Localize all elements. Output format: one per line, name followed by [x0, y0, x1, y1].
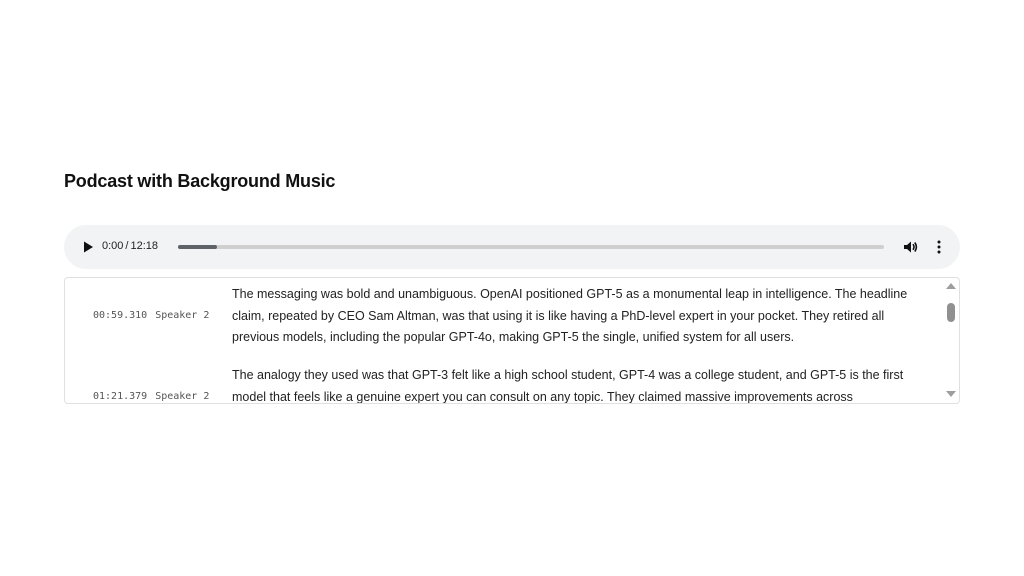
- segment-speaker: Speaker 2: [155, 310, 210, 321]
- segment-text: The messaging was bold and unambiguous. …: [232, 287, 908, 344]
- scroll-thumb[interactable]: [947, 303, 955, 322]
- segment-speaker: Speaker 2: [155, 391, 210, 402]
- seek-slider[interactable]: [178, 245, 884, 249]
- segment-meta: 01:21.379 Speaker 2: [93, 391, 209, 402]
- play-button[interactable]: [78, 237, 98, 257]
- volume-icon: [904, 241, 918, 253]
- transcript-scrollbar[interactable]: [943, 278, 959, 403]
- scroll-down-arrow[interactable]: [946, 391, 956, 397]
- play-icon: [84, 241, 93, 253]
- current-time: 0:00: [102, 240, 124, 252]
- segment-text: The analogy they used was that GPT-3 fel…: [232, 368, 904, 404]
- time-display: 0:00/12:18: [102, 240, 158, 252]
- audio-player: 0:00/12:18: [64, 225, 960, 269]
- volume-button[interactable]: [902, 238, 920, 256]
- segment-meta: 00:59.310 Speaker 2: [93, 310, 209, 321]
- seek-progress: [178, 245, 217, 249]
- duration: 12:18: [130, 240, 159, 252]
- segment-timestamp[interactable]: 01:21.379: [93, 391, 147, 402]
- scroll-up-arrow[interactable]: [946, 283, 956, 289]
- more-options-button[interactable]: [930, 238, 948, 256]
- page: Podcast with Background Music 0:00/12:18: [0, 0, 1024, 576]
- transcript-panel[interactable]: 00:59.310 Speaker 2 The messaging was bol…: [64, 277, 960, 404]
- page-title: Podcast with Background Music: [64, 171, 336, 191]
- segment-timestamp[interactable]: 00:59.310: [93, 310, 147, 321]
- more-vertical-icon: [937, 240, 941, 254]
